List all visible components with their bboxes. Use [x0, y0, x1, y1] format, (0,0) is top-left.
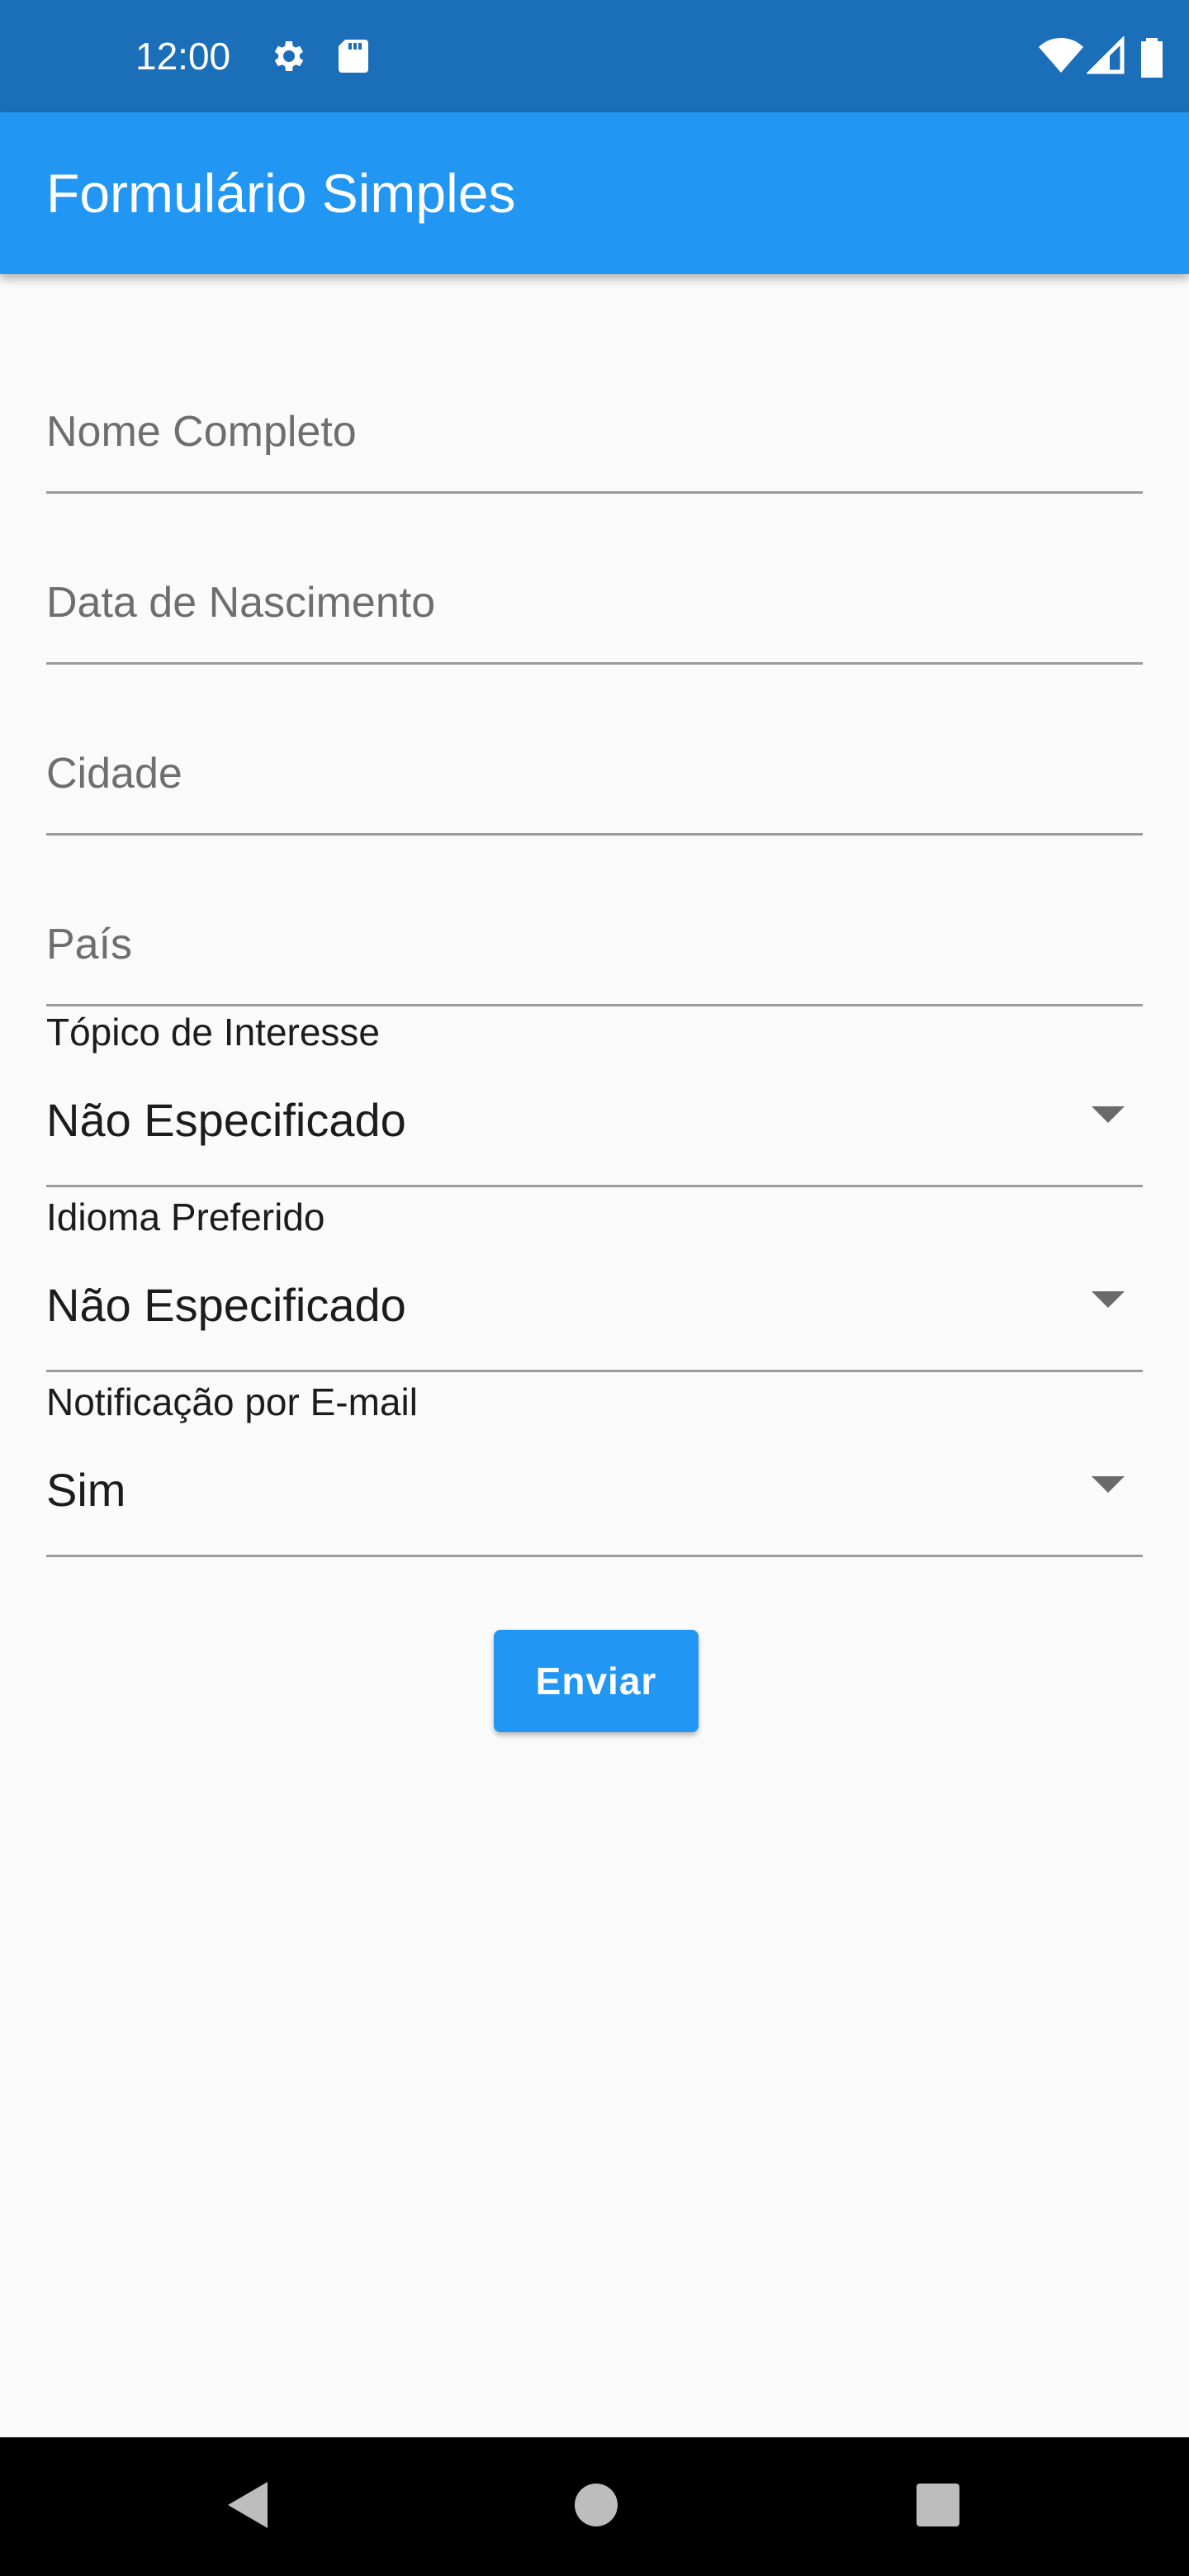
status-time: 12:00: [135, 35, 231, 78]
birth-date-field[interactable]: Data de Nascimento: [46, 495, 1143, 665]
sd-card-icon: [335, 36, 372, 80]
gear-icon: [269, 36, 309, 80]
country-input[interactable]: [46, 836, 1143, 1006]
dropdown-arrow-icon[interactable]: [1092, 1476, 1125, 1499]
wifi-icon: [1039, 36, 1083, 80]
full-name-input[interactable]: [46, 324, 1143, 494]
topic-dropdown[interactable]: Tópico de Interesse Não Especificado: [46, 1002, 1143, 1187]
topic-dropdown-label: Tópico de Interesse: [46, 1011, 381, 1054]
dropdown-arrow-icon[interactable]: [1092, 1106, 1125, 1129]
app-bar: Formulário Simples: [0, 112, 1189, 274]
topic-dropdown-value[interactable]: Não Especificado: [46, 1091, 406, 1149]
birth-date-input[interactable]: [46, 495, 1143, 665]
email-notification-label: Notificação por E-mail: [46, 1380, 418, 1423]
navigation-bar: [0, 2437, 1189, 2576]
battery-icon: [1139, 36, 1164, 82]
dropdown-underline: [46, 1555, 1143, 1557]
field-underline: [46, 662, 1143, 665]
city-input[interactable]: [46, 665, 1143, 836]
country-field[interactable]: País: [46, 836, 1143, 1006]
email-notification-value[interactable]: Sim: [46, 1461, 126, 1519]
city-field[interactable]: Cidade: [46, 665, 1143, 836]
home-icon[interactable]: [573, 2479, 619, 2536]
language-dropdown-label: Idioma Preferido: [46, 1196, 325, 1238]
language-dropdown[interactable]: Idioma Preferido Não Especificado: [46, 1187, 1143, 1372]
full-name-field[interactable]: Nome Completo: [46, 324, 1143, 494]
field-underline: [46, 491, 1143, 494]
submit-button[interactable]: Enviar: [494, 1630, 699, 1732]
page-title: Formulário Simples: [46, 163, 516, 224]
status-bar: 12:00: [0, 0, 1189, 112]
email-notification-dropdown[interactable]: Notificação por E-mail Sim: [46, 1372, 1143, 1557]
signal-icon: [1085, 35, 1126, 80]
field-underline: [46, 833, 1143, 836]
language-dropdown-value[interactable]: Não Especificado: [46, 1276, 406, 1334]
recents-icon[interactable]: [915, 2479, 961, 2536]
back-icon[interactable]: [225, 2479, 271, 2536]
dropdown-arrow-icon[interactable]: [1092, 1291, 1125, 1314]
